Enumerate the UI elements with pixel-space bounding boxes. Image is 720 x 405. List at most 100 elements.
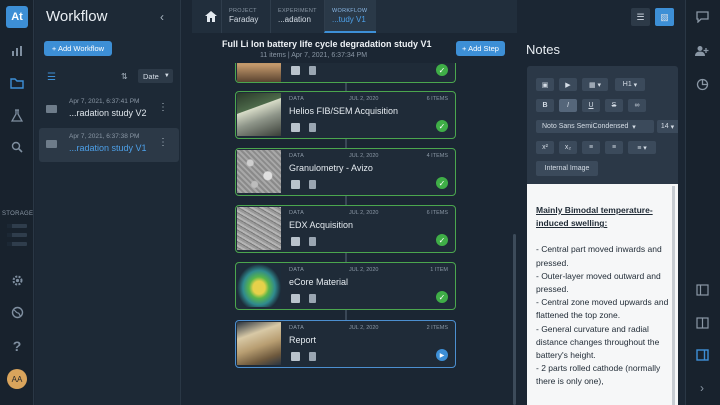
home-icon[interactable] — [197, 3, 224, 30]
add-workflow-button[interactable]: + Add Workflow — [44, 41, 112, 56]
flask-icon[interactable] — [7, 106, 27, 124]
font-select-value: Noto Sans SemiCondensed — [542, 123, 629, 130]
list-view-icon[interactable]: ☰ — [47, 72, 56, 83]
underline-button[interactable]: U — [582, 99, 600, 112]
link-icon[interactable]: ∞ — [628, 99, 646, 112]
layout-right-icon[interactable] — [693, 347, 711, 363]
step-thumbnail — [237, 322, 281, 365]
sort-icon[interactable]: ⇅ — [121, 72, 128, 81]
edit-icon[interactable] — [291, 180, 300, 189]
step-thumbnail — [237, 207, 281, 250]
workflow-panel: Workflow ‹ + Add Workflow ☰ ⇅ Date ▼ Apr… — [35, 0, 181, 405]
folder-icon[interactable] — [7, 74, 27, 92]
step-date: JUL 2, 2020 — [349, 96, 379, 102]
check-icon: ✓ — [436, 234, 448, 246]
list-view-button[interactable]: ☰ — [631, 8, 650, 26]
more-icon[interactable]: ⋮ — [158, 102, 168, 113]
globe-icon[interactable] — [7, 303, 27, 321]
step-item-count: 4 ITEMS — [426, 153, 448, 159]
crumb-workflow[interactable]: WORKFLOW ...tudy V1 — [324, 0, 376, 33]
add-step-button[interactable]: + Add Step — [456, 41, 505, 56]
workflow-date: Apr 7, 2021, 6:37:41 PM — [69, 98, 140, 105]
superscript-button[interactable]: x² — [536, 141, 554, 154]
step-card[interactable]: DATA JUL 2, 2020 4 ITEMS Granulometry - … — [235, 148, 456, 196]
heading-select[interactable]: H1 ▾ — [615, 78, 645, 91]
edit-icon[interactable] — [291, 237, 300, 246]
workflow-date: Apr 7, 2021, 6:37:38 PM — [69, 133, 140, 140]
avatar[interactable]: AA — [7, 369, 27, 389]
notes-line: - General curvature and radial distance … — [536, 323, 660, 361]
crumb-experiment[interactable]: EXPERIMENT ...adation — [270, 0, 329, 33]
breadcrumb: PROJECT Faraday EXPERIMENT ...adation WO… — [192, 0, 517, 33]
notes-view-button[interactable]: ▧ — [655, 8, 674, 26]
step-item-count: 2 ITEMS — [426, 325, 448, 331]
storage-bar — [7, 233, 27, 237]
video-icon[interactable]: ▶ — [559, 78, 577, 91]
edit-icon[interactable] — [291, 123, 300, 132]
step-thumbnail — [237, 264, 281, 307]
storage-label: STORAGE — [2, 211, 34, 217]
search-icon[interactable] — [7, 138, 27, 156]
panel-title: Workflow — [46, 8, 108, 25]
size-select-value: 14 — [660, 123, 669, 130]
font-select[interactable]: Noto Sans SemiCondensed ▾ — [536, 120, 654, 133]
add-user-icon[interactable] — [693, 43, 711, 59]
italic-button[interactable]: I — [559, 99, 577, 112]
pie-chart-icon[interactable] — [693, 76, 711, 92]
notes-line: - 2 parts rolled cathode (normally there… — [536, 363, 661, 387]
help-icon[interactable]: ? — [7, 337, 27, 355]
play-icon[interactable]: ▶ — [436, 349, 448, 361]
layout-split-icon[interactable] — [693, 315, 711, 331]
chevron-right-icon[interactable]: › — [693, 380, 711, 396]
page-title: Full Li Ion battery life cycle degradati… — [222, 39, 432, 49]
trash-icon[interactable] — [309, 66, 316, 75]
step-card[interactable]: DATA JUL 2, 2020 1 ITEM eCore Material ✓ — [235, 262, 456, 310]
trash-icon[interactable] — [309, 123, 316, 132]
step-name: Helios FIB/SEM Acquisition — [289, 106, 399, 116]
bold-button[interactable]: B — [536, 99, 554, 112]
step-card[interactable]: DATA JUL 2, 2020 6 ITEMS EDX Acquisition… — [235, 205, 456, 253]
subscript-button[interactable]: x₂ — [559, 141, 577, 154]
step-name: EDX Acquisition — [289, 220, 354, 230]
edit-icon[interactable] — [291, 294, 300, 303]
check-icon: ✓ — [436, 120, 448, 132]
workflow-name: ...radation study V1 — [69, 143, 147, 153]
table-icon[interactable]: ▦ ▾ — [582, 78, 608, 91]
ordered-list-icon[interactable]: ≡ — [605, 141, 623, 154]
step-kind: DATA — [289, 325, 305, 331]
editor-scrollbar[interactable] — [672, 186, 675, 405]
app-logo[interactable]: At — [6, 6, 28, 28]
crumb-label: WORKFLOW — [332, 8, 368, 14]
trash-icon[interactable] — [309, 180, 316, 189]
bullet-list-icon[interactable]: ≡ — [582, 141, 600, 154]
workflow-item[interactable]: Apr 7, 2021, 6:37:38 PM ...radation stud… — [39, 128, 179, 162]
scrollbar[interactable] — [513, 234, 516, 405]
trash-icon[interactable] — [309, 294, 316, 303]
align-select[interactable]: ≡ ▾ — [628, 141, 656, 154]
step-card-partial[interactable]: ✓ — [235, 63, 456, 83]
step-date: JUL 2, 2020 — [349, 210, 379, 216]
step-item-count: 6 ITEMS — [426, 210, 448, 216]
comment-icon[interactable] — [693, 9, 711, 25]
edit-icon[interactable] — [291, 352, 300, 361]
trash-icon[interactable] — [309, 352, 316, 361]
step-card[interactable]: DATA JUL 2, 2020 6 ITEMS Helios FIB/SEM … — [235, 91, 456, 139]
step-item-count: 6 ITEMS — [426, 96, 448, 102]
workflow-name: ...radation study V2 — [69, 108, 147, 118]
chevron-down-icon: ▼ — [163, 73, 170, 79]
image-icon[interactable]: ▣ — [536, 78, 554, 91]
collapse-icon[interactable]: ‹ — [160, 10, 164, 24]
step-card[interactable]: DATA JUL 2, 2020 2 ITEMS Report ▶ — [235, 320, 456, 368]
strikethrough-button[interactable]: S — [605, 99, 623, 112]
more-icon[interactable]: ⋮ — [158, 137, 168, 148]
gear-icon[interactable] — [7, 271, 27, 289]
internal-image-button[interactable]: Internal Image — [536, 161, 598, 176]
trash-icon[interactable] — [309, 237, 316, 246]
layout-left-icon[interactable] — [693, 282, 711, 298]
size-select[interactable]: 14 ▾ — [657, 120, 678, 133]
chart-icon[interactable] — [7, 42, 27, 60]
notes-editor[interactable]: Mainly Bimodal temperature-induced swell… — [527, 184, 678, 405]
edit-icon[interactable] — [291, 66, 300, 75]
workflow-item[interactable]: Apr 7, 2021, 6:37:41 PM ...radation stud… — [39, 93, 179, 127]
sort-select[interactable]: Date ▼ — [138, 69, 173, 83]
